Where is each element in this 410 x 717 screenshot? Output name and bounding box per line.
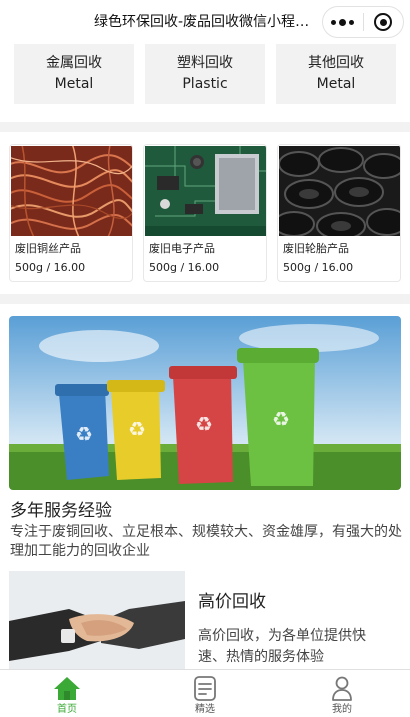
document-icon bbox=[194, 676, 216, 701]
dot-icon bbox=[349, 19, 355, 25]
high-price-heading: 高价回收 bbox=[198, 592, 266, 612]
category-label: 其他回收 bbox=[308, 55, 364, 71]
product-card-tires[interactable]: 废旧轮胎产品 500g / 16.00 bbox=[277, 144, 401, 282]
category-sublabel: Plastic bbox=[182, 76, 228, 92]
target-close-icon bbox=[374, 13, 393, 31]
tab-featured[interactable]: 精选 bbox=[165, 670, 245, 717]
copper-wire-image bbox=[11, 146, 132, 236]
product-name: 废旧电子产品 bbox=[149, 242, 215, 255]
category-metal[interactable]: 金属回收 Metal bbox=[14, 44, 134, 104]
tab-home[interactable]: 首页 bbox=[27, 670, 107, 717]
bottom-tab-bar: 首页 精选 我的 bbox=[0, 669, 410, 717]
svg-text:♻: ♻ bbox=[272, 407, 290, 431]
section-divider bbox=[0, 294, 410, 304]
recycling-bins-image: ♻ ♻ ♻ ♻ bbox=[9, 316, 401, 490]
tab-label: 首页 bbox=[57, 704, 77, 715]
home-icon bbox=[54, 677, 80, 700]
tab-label: 我的 bbox=[332, 704, 352, 715]
tires-image bbox=[279, 146, 400, 236]
circuit-board-image bbox=[145, 146, 266, 236]
more-options-button[interactable] bbox=[323, 7, 363, 37]
title-bar: 绿色环保回收-废品回收微信小程序模... bbox=[0, 0, 410, 44]
handshake-picture bbox=[9, 571, 185, 671]
product-price: 500g / 16.00 bbox=[283, 261, 354, 274]
handshake-image bbox=[9, 571, 185, 671]
page-title: 绿色环保回收-废品回收微信小程序模... bbox=[94, 14, 322, 30]
tab-profile[interactable]: 我的 bbox=[302, 670, 382, 717]
svg-text:♻: ♻ bbox=[195, 412, 213, 436]
experience-heading: 多年服务经验 bbox=[10, 501, 112, 521]
experience-description: 专注于废铜回收、立足根本、规模较大、资金雄厚，有强大的处理加工能力的回收企业 bbox=[10, 524, 402, 559]
mini-program-capsule bbox=[322, 6, 404, 38]
category-sublabel: Metal bbox=[54, 76, 94, 92]
user-icon bbox=[332, 676, 352, 701]
page: 绿色环保回收-废品回收微信小程序模... 金属回收 Metal 塑料回收 Pla… bbox=[0, 0, 410, 717]
product-price: 500g / 16.00 bbox=[15, 261, 86, 274]
category-label: 金属回收 bbox=[46, 55, 102, 71]
dot-icon bbox=[331, 19, 337, 25]
svg-text:♻: ♻ bbox=[75, 422, 93, 446]
category-other[interactable]: 其他回收 Metal bbox=[276, 44, 396, 104]
section-divider bbox=[0, 122, 410, 132]
category-grid: 金属回收 Metal 塑料回收 Plastic 其他回收 Metal bbox=[0, 44, 410, 122]
dot-icon bbox=[339, 18, 347, 26]
category-label: 塑料回收 bbox=[177, 55, 233, 71]
recycling-bins-banner[interactable]: ♻ ♻ ♻ ♻ bbox=[9, 316, 401, 490]
product-card-electronics[interactable]: 废旧电子产品 500g / 16.00 bbox=[143, 144, 267, 282]
category-sublabel: Metal bbox=[316, 76, 356, 92]
product-price: 500g / 16.00 bbox=[149, 261, 220, 274]
category-plastic[interactable]: 塑料回收 Plastic bbox=[145, 44, 265, 104]
product-card-copper[interactable]: 废旧铜丝产品 500g / 16.00 bbox=[9, 144, 133, 282]
high-price-description: 高价回收，为各单位提供快速、热情的服务体验 bbox=[198, 628, 366, 665]
tab-label: 精选 bbox=[195, 704, 215, 715]
product-name: 废旧轮胎产品 bbox=[283, 242, 349, 255]
close-mini-program-button[interactable] bbox=[363, 7, 403, 37]
product-list: 废旧铜丝产品 500g / 16.00 废旧电子产品 500g / 16.00 bbox=[0, 132, 410, 292]
product-name: 废旧铜丝产品 bbox=[15, 242, 81, 255]
svg-text:♻: ♻ bbox=[128, 417, 146, 441]
